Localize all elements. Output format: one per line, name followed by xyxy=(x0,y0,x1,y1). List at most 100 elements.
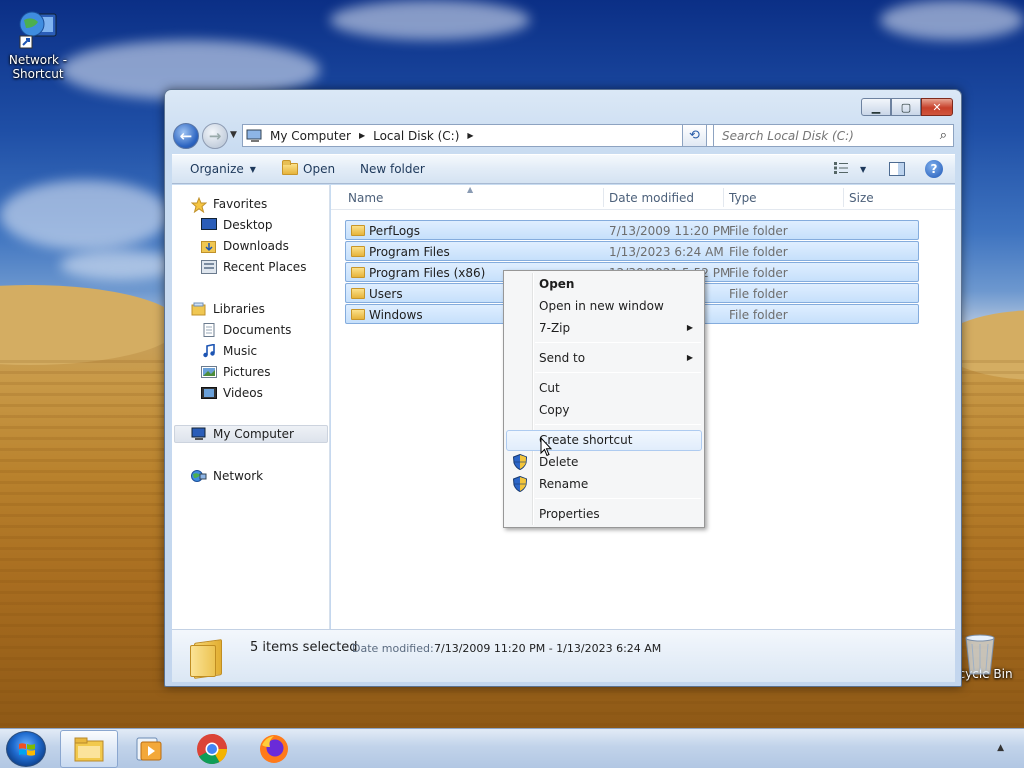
taskbar-firefox-button[interactable] xyxy=(245,730,303,768)
search-icon[interactable]: ⌕ xyxy=(940,128,947,143)
forward-button[interactable]: → xyxy=(202,123,228,149)
search-input[interactable] xyxy=(720,127,930,144)
file-type: File folder xyxy=(729,245,788,259)
navigation-bar: ← → ▼ My Computer▶ Local Disk (C:)▶ ▼ ⟲ … xyxy=(173,121,955,151)
breadcrumb-arrow-icon[interactable]: ▶ xyxy=(359,131,365,140)
menu-item-delete[interactable]: Delete xyxy=(506,452,702,473)
breadcrumb-arrow-icon[interactable]: ▶ xyxy=(467,131,473,140)
cloud xyxy=(330,0,530,40)
downloads-folder-icon xyxy=(201,239,217,253)
menu-item-cut[interactable]: Cut xyxy=(506,378,702,399)
menu-item-open-new-window[interactable]: Open in new window xyxy=(506,296,702,317)
organize-label: Organize xyxy=(190,162,244,176)
menu-item-rename[interactable]: Rename xyxy=(506,474,702,495)
media-player-icon xyxy=(136,737,162,761)
submenu-arrow-icon: ▶ xyxy=(686,323,693,332)
nav-label: Desktop xyxy=(223,218,273,232)
menu-item-7zip[interactable]: 7-Zip ▶ xyxy=(506,318,702,339)
menu-item-create-shortcut[interactable]: Create shortcut xyxy=(506,430,702,451)
nav-label: My Computer xyxy=(213,427,294,441)
nav-item-desktop[interactable]: Desktop xyxy=(201,216,273,234)
breadcrumb-my-computer[interactable]: My Computer ▶ xyxy=(270,129,365,143)
chevron-up-icon: ▲ xyxy=(997,743,1004,753)
minimize-icon: ▁ xyxy=(871,100,881,114)
column-divider[interactable] xyxy=(603,188,604,207)
column-divider[interactable] xyxy=(723,188,724,207)
maximize-icon: ▢ xyxy=(900,100,912,114)
back-button[interactable]: ← xyxy=(173,123,199,149)
file-type: File folder xyxy=(729,224,788,238)
folder-icon xyxy=(282,160,298,175)
submenu-arrow-icon: ▶ xyxy=(686,353,693,362)
menu-separator xyxy=(535,498,701,499)
network-shortcut-desktop-icon[interactable]: Network - Shortcut xyxy=(3,6,73,81)
nav-item-libraries[interactable]: Libraries xyxy=(191,300,265,318)
nav-item-my-computer[interactable]: My Computer xyxy=(174,425,328,443)
breadcrumb-label: My Computer xyxy=(270,128,351,143)
column-header-date-modified[interactable]: Date modified xyxy=(609,191,694,205)
refresh-button[interactable]: ⟲ xyxy=(682,124,707,147)
taskbar-media-player-button[interactable] xyxy=(120,730,178,768)
music-note-icon xyxy=(201,343,217,358)
help-button[interactable]: ? xyxy=(925,160,943,178)
close-icon: ✕ xyxy=(932,100,942,114)
menu-label: Copy xyxy=(539,403,570,417)
start-button[interactable] xyxy=(6,731,46,767)
network-shortcut-label-line1: Network - xyxy=(8,53,68,67)
new-folder-button[interactable]: New folder xyxy=(360,162,425,176)
maximize-button[interactable]: ▢ xyxy=(891,98,921,116)
network-shortcut-label-line2: Shortcut xyxy=(12,67,64,81)
menu-item-open[interactable]: Open xyxy=(506,274,702,295)
folder-icon xyxy=(351,246,365,257)
documents-icon xyxy=(201,323,217,337)
file-row[interactable]: PerfLogs 7/13/2009 11:20 PM File folder xyxy=(345,220,919,240)
column-divider[interactable] xyxy=(843,188,844,207)
column-header-row: ▲ Name Date modified Type Size xyxy=(331,185,955,210)
folder-icon xyxy=(351,267,365,278)
breadcrumb-local-disk[interactable]: Local Disk (C:) ▶ xyxy=(373,129,473,143)
nav-item-documents[interactable]: Documents xyxy=(201,321,291,339)
nav-item-videos[interactable]: Videos xyxy=(201,384,263,402)
windows-logo-icon xyxy=(19,743,35,756)
nav-label: Videos xyxy=(223,386,263,400)
minimize-button[interactable]: ▁ xyxy=(861,98,891,116)
close-button[interactable]: ✕ xyxy=(921,98,953,116)
open-button[interactable]: Open xyxy=(282,160,335,176)
nav-label: Recent Places xyxy=(223,260,307,274)
column-header-type[interactable]: Type xyxy=(729,191,757,205)
show-hidden-icons-button[interactable]: ▲ xyxy=(997,743,1004,753)
window-controls: ▁ ▢ ✕ xyxy=(861,98,953,116)
menu-item-send-to[interactable]: Send to ▶ xyxy=(506,348,702,369)
star-icon xyxy=(190,196,208,214)
recent-pages-dropdown[interactable]: ▼ xyxy=(230,130,237,140)
file-name: Windows xyxy=(369,308,423,322)
multiple-folders-icon xyxy=(190,637,224,679)
nav-item-recent-places[interactable]: Recent Places xyxy=(201,258,306,276)
nav-item-favorites[interactable]: Favorites xyxy=(190,195,267,214)
change-view-button[interactable]: ▼ xyxy=(834,162,866,177)
computer-icon xyxy=(246,129,264,143)
menu-item-copy[interactable]: Copy xyxy=(506,400,702,421)
preview-pane-button[interactable] xyxy=(889,162,905,179)
column-header-size[interactable]: Size xyxy=(849,191,874,205)
firefox-icon xyxy=(260,735,288,763)
menu-item-properties[interactable]: Properties xyxy=(506,504,702,525)
search-box[interactable]: ⌕ xyxy=(713,124,954,147)
chrome-icon xyxy=(197,734,227,765)
forward-arrow-icon: → xyxy=(208,127,222,145)
column-header-name[interactable]: Name xyxy=(348,191,383,205)
nav-item-network[interactable]: Network xyxy=(191,467,263,485)
address-bar[interactable]: My Computer▶ Local Disk (C:)▶ ▼ xyxy=(242,124,714,147)
nav-item-pictures[interactable]: Pictures xyxy=(201,363,271,381)
file-row[interactable]: Program Files 1/13/2023 6:24 AM File fol… xyxy=(345,241,919,261)
nav-item-music[interactable]: Music xyxy=(201,342,257,360)
taskbar-explorer-button[interactable] xyxy=(60,730,118,768)
file-type: File folder xyxy=(729,287,788,301)
folder-icon xyxy=(351,309,365,320)
details-view-icon xyxy=(834,162,850,177)
nav-item-downloads[interactable]: Downloads xyxy=(201,237,289,255)
organize-button[interactable]: Organize ▼ xyxy=(190,162,256,176)
taskbar-chrome-button[interactable] xyxy=(183,730,241,768)
menu-label: Create shortcut xyxy=(539,433,633,447)
chevron-down-icon[interactable]: ▼ xyxy=(860,165,866,174)
